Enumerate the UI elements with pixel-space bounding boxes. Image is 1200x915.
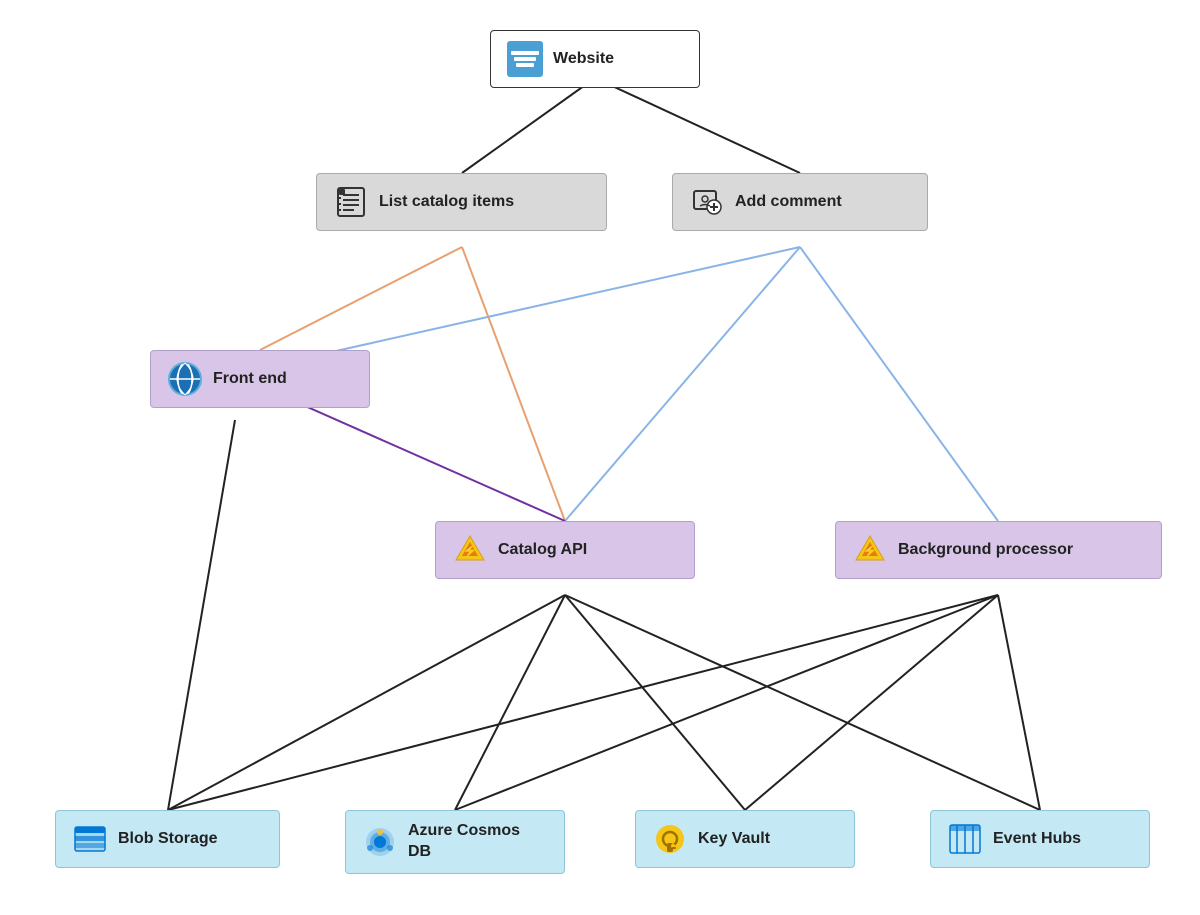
bg-processor-node[interactable]: ⚡ Background processor bbox=[835, 521, 1162, 579]
website-node[interactable]: Website bbox=[490, 30, 700, 88]
add-comment-label: Add comment bbox=[735, 192, 842, 211]
cosmos-db-icon bbox=[362, 824, 398, 860]
diagram-container: Website List catalog items bbox=[0, 0, 1200, 915]
list-catalog-node[interactable]: List catalog items bbox=[316, 173, 607, 231]
event-hubs-icon bbox=[947, 821, 983, 857]
event-hubs-node[interactable]: Event Hubs bbox=[930, 810, 1150, 868]
blob-storage-label: Blob Storage bbox=[118, 829, 218, 848]
bg-processor-label: Background processor bbox=[898, 540, 1073, 559]
list-catalog-label: List catalog items bbox=[379, 192, 514, 211]
frontend-icon bbox=[167, 361, 203, 397]
svg-text:⚡: ⚡ bbox=[863, 544, 878, 558]
cosmos-db-node[interactable]: Azure Cosmos DB bbox=[345, 810, 565, 874]
list-catalog-icon bbox=[333, 184, 369, 220]
blob-storage-icon bbox=[72, 821, 108, 857]
bg-processor-icon: ⚡ bbox=[852, 532, 888, 568]
website-label: Website bbox=[553, 49, 614, 68]
catalog-api-label: Catalog API bbox=[498, 540, 587, 559]
frontend-label: Front end bbox=[213, 369, 287, 388]
blob-storage-node[interactable]: Blob Storage bbox=[55, 810, 280, 868]
cosmos-db-label: Azure Cosmos DB bbox=[408, 821, 538, 863]
add-comment-node[interactable]: Add comment bbox=[672, 173, 928, 231]
connections-svg bbox=[0, 0, 1200, 915]
catalog-api-icon: ⚡ bbox=[452, 532, 488, 568]
frontend-node[interactable]: Front end bbox=[150, 350, 370, 408]
event-hubs-label: Event Hubs bbox=[993, 829, 1081, 848]
svg-text:⚡: ⚡ bbox=[463, 544, 478, 558]
add-comment-icon bbox=[689, 184, 725, 220]
key-vault-label: Key Vault bbox=[698, 829, 770, 848]
key-vault-node[interactable]: Key Vault bbox=[635, 810, 855, 868]
catalog-api-node[interactable]: ⚡ Catalog API bbox=[435, 521, 695, 579]
website-icon bbox=[507, 41, 543, 77]
key-vault-icon bbox=[652, 821, 688, 857]
